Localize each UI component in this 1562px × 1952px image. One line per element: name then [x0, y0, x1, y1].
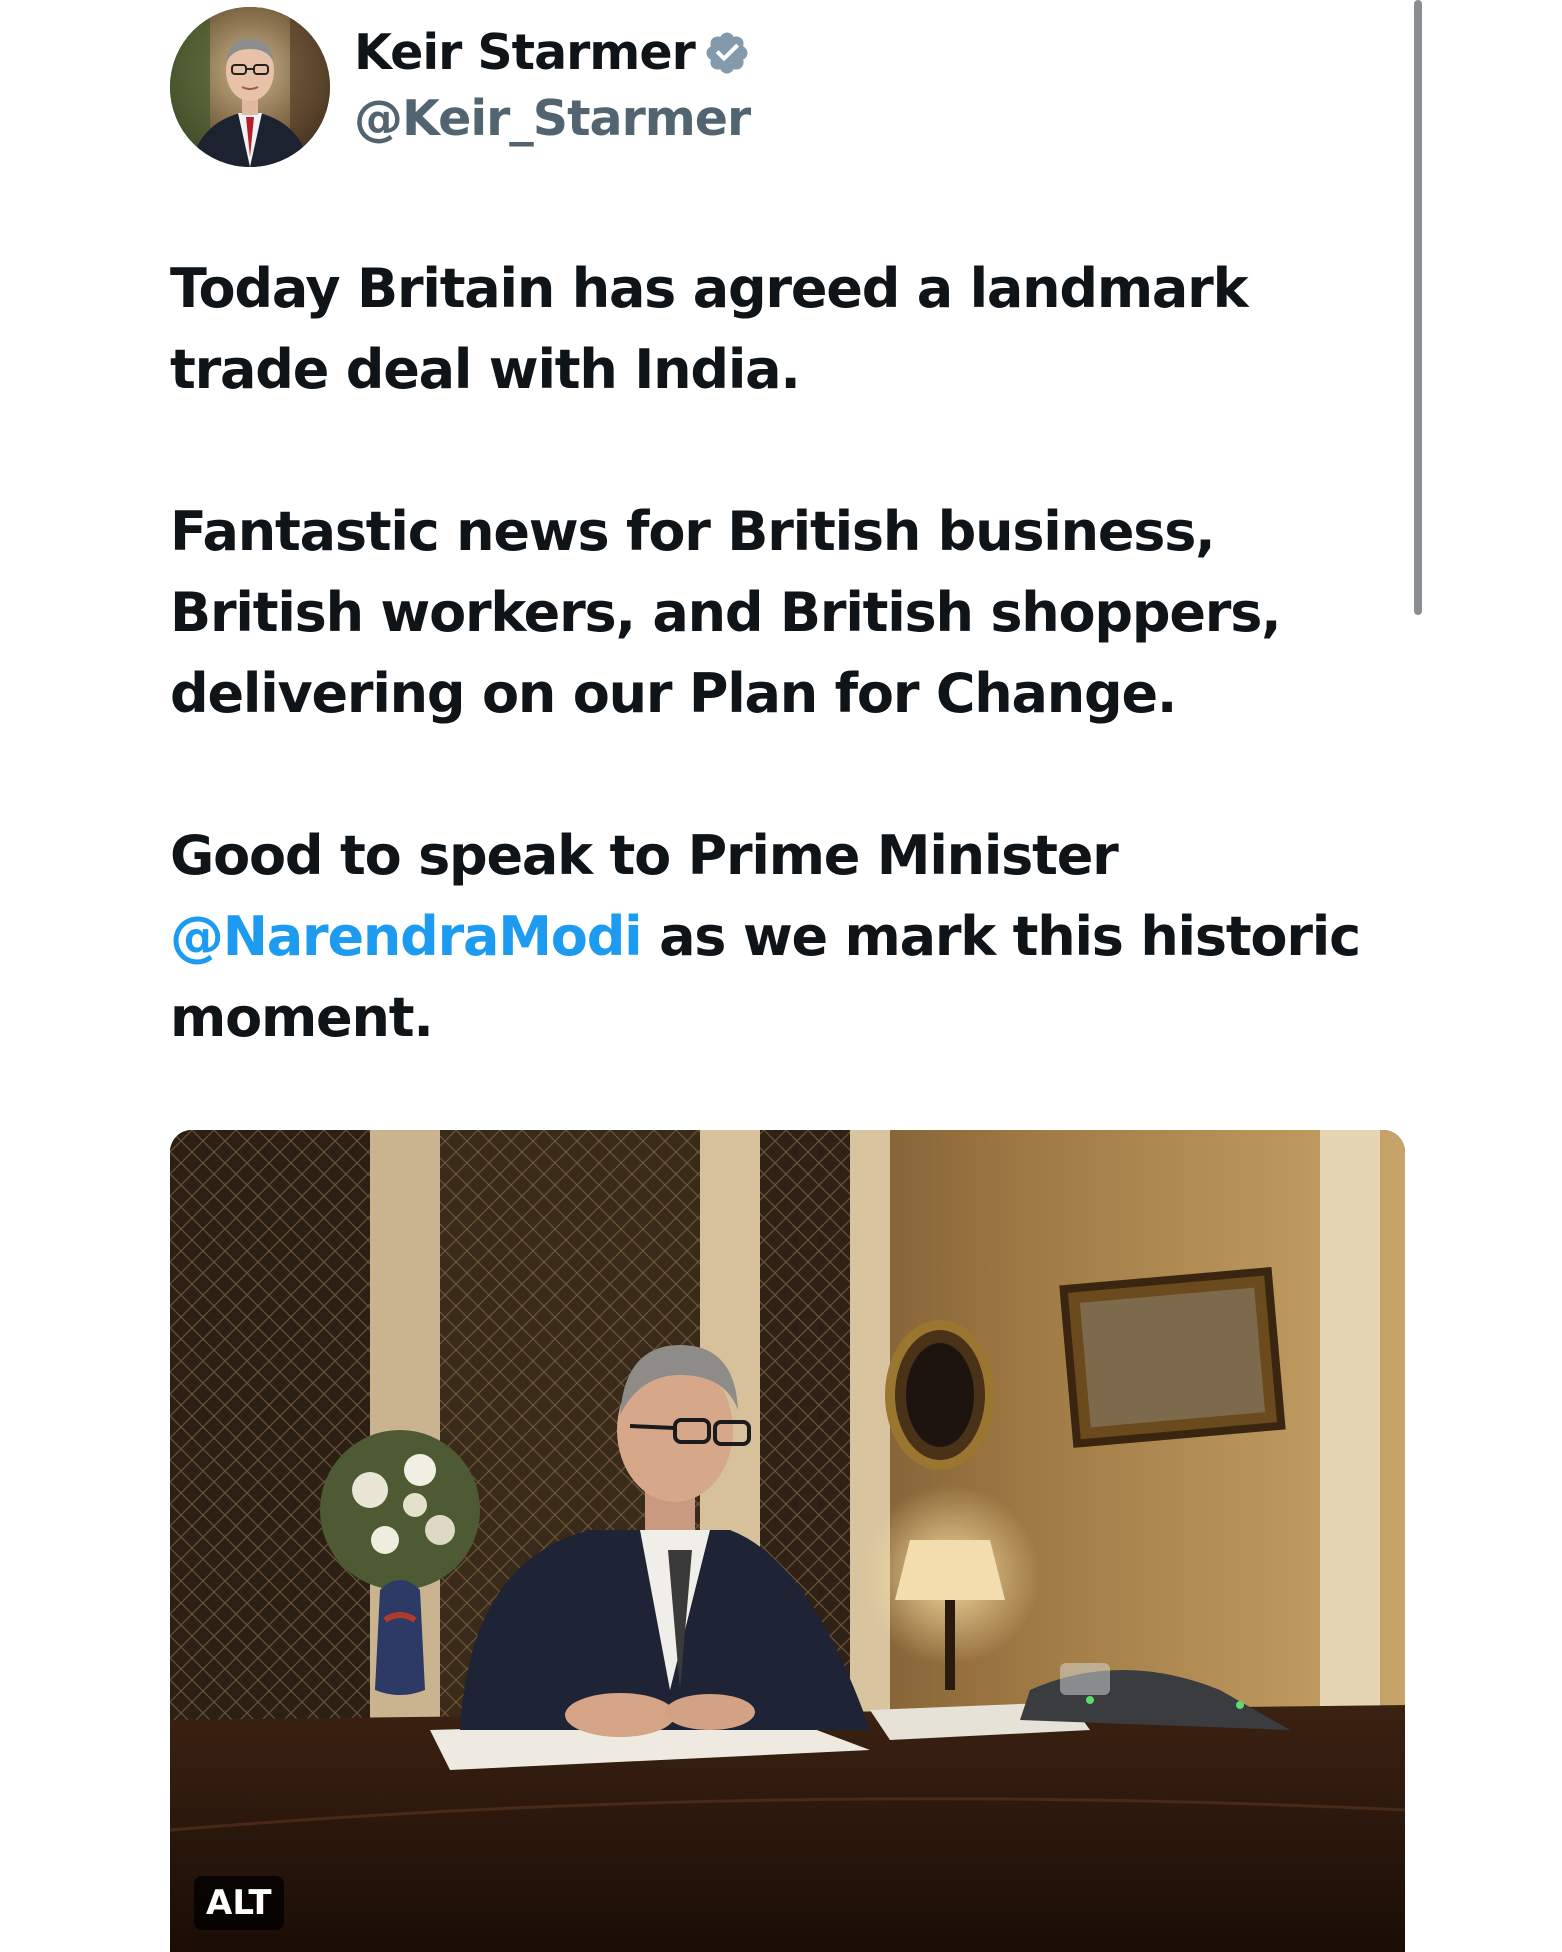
author-name-row: Keir Starmer — [354, 20, 751, 86]
tweet-photo[interactable]: ALT — [170, 1130, 1405, 1952]
verified-badge-icon — [703, 29, 751, 77]
tweet-text: Today Britain has agreed a landmark trad… — [170, 248, 1410, 1058]
scrollbar[interactable] — [1414, 0, 1422, 615]
tweet-text-segment: Good to speak to Prime Minister — [170, 824, 1119, 887]
avatar-image — [170, 7, 330, 167]
mention-link[interactable]: @NarendraModi — [170, 905, 643, 968]
alt-text-badge[interactable]: ALT — [194, 1876, 284, 1930]
photo-image — [170, 1130, 1405, 1952]
avatar[interactable] — [170, 7, 330, 167]
tweet-paragraph: Today Britain has agreed a landmark trad… — [170, 257, 1248, 401]
author-handle[interactable]: @Keir_Starmer — [354, 86, 751, 152]
tweet-paragraph: Fantastic news for British business, Bri… — [170, 500, 1282, 725]
tweet-paragraph: Good to speak to Prime Minister @Narendr… — [170, 815, 1410, 1058]
display-name[interactable]: Keir Starmer — [354, 20, 696, 86]
